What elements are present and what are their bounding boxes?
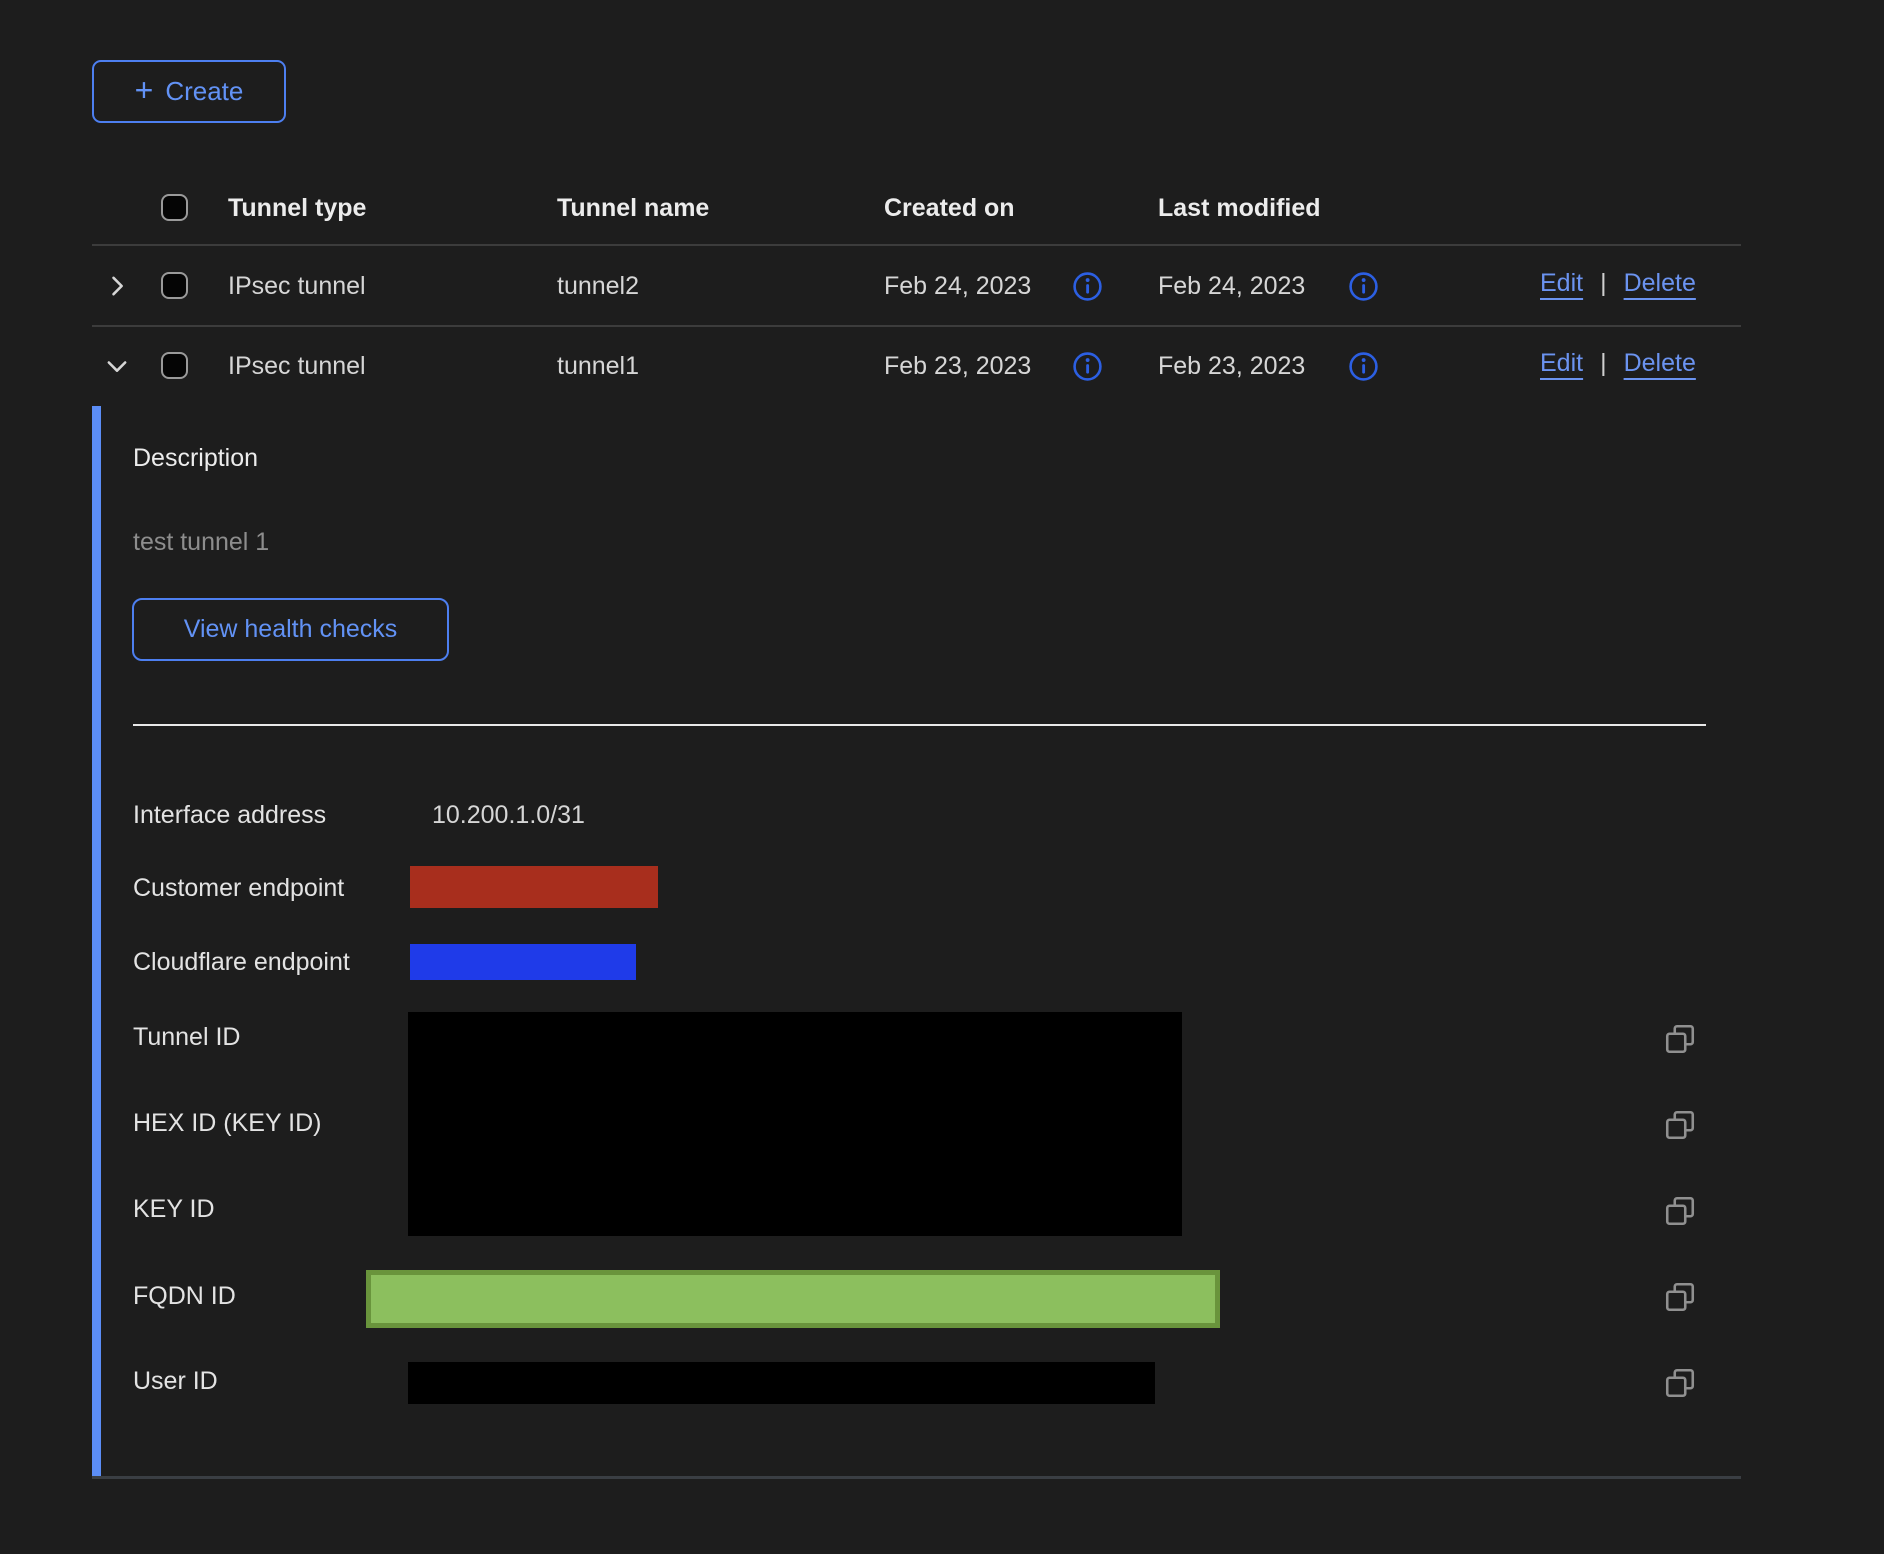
delete-link[interactable]: Delete — [1624, 349, 1696, 378]
created-on-cell: Feb 23, 2023 — [884, 352, 1031, 381]
column-header-tunnel-name: Tunnel name — [557, 194, 709, 223]
action-separator: | — [1600, 269, 1607, 298]
chevron-right-icon[interactable] — [103, 272, 131, 300]
copy-icon — [1662, 1365, 1700, 1401]
table-bottom-divider — [92, 1476, 1741, 1479]
key-id-label: KEY ID — [133, 1195, 215, 1224]
copy-icon — [1662, 1107, 1700, 1143]
description-value: test tunnel 1 — [133, 528, 269, 557]
edit-link[interactable]: Edit — [1540, 349, 1583, 378]
header-divider — [92, 244, 1741, 246]
info-icon[interactable] — [1072, 271, 1103, 302]
tunnel-type-cell: IPsec tunnel — [228, 272, 366, 301]
cloudflare-endpoint-redaction — [410, 944, 636, 980]
delete-link[interactable]: Delete — [1624, 269, 1696, 298]
create-button-label: Create — [165, 76, 243, 107]
column-header-created-on: Created on — [884, 194, 1015, 223]
copy-icon — [1662, 1193, 1700, 1229]
copy-tunnel-id-button[interactable] — [1662, 1020, 1700, 1058]
create-button[interactable]: + Create — [92, 60, 286, 123]
row-divider — [92, 325, 1741, 327]
info-icon[interactable] — [1348, 351, 1379, 382]
plus-icon: + — [135, 74, 154, 106]
row-checkbox-tunnel2[interactable] — [161, 272, 188, 299]
last-modified-cell: Feb 23, 2023 — [1158, 352, 1305, 381]
row-actions: Edit | Delete — [1540, 349, 1696, 378]
column-header-tunnel-type: Tunnel type — [228, 194, 366, 223]
ids-redaction — [408, 1012, 1182, 1236]
copy-user-id-button[interactable] — [1662, 1364, 1700, 1402]
user-id-redaction — [408, 1362, 1155, 1404]
ipsec-tunnels-page: + Create Tunnel type Tunnel name Created… — [0, 0, 1884, 1554]
view-health-checks-button[interactable]: View health checks — [132, 598, 449, 661]
tunnel-type-cell: IPsec tunnel — [228, 352, 366, 381]
tunnel-id-label: Tunnel ID — [133, 1023, 240, 1052]
select-all-checkbox[interactable] — [161, 194, 188, 221]
copy-fqdn-id-button[interactable] — [1662, 1278, 1700, 1316]
tunnel-name-cell: tunnel2 — [557, 272, 639, 301]
cloudflare-endpoint-label: Cloudflare endpoint — [133, 948, 350, 977]
interface-address-value: 10.200.1.0/31 — [432, 801, 585, 830]
column-header-last-modified: Last modified — [1158, 194, 1321, 223]
hex-id-label: HEX ID (KEY ID) — [133, 1109, 321, 1138]
expanded-row-indicator-bar — [92, 406, 101, 1476]
info-icon[interactable] — [1348, 271, 1379, 302]
row-checkbox-tunnel1[interactable] — [161, 352, 188, 379]
chevron-down-icon[interactable] — [103, 352, 131, 380]
copy-hex-id-button[interactable] — [1662, 1106, 1700, 1144]
last-modified-cell: Feb 24, 2023 — [1158, 272, 1305, 301]
fqdn-id-label: FQDN ID — [133, 1282, 236, 1311]
copy-key-id-button[interactable] — [1662, 1192, 1700, 1230]
description-label: Description — [133, 444, 258, 473]
panel-divider — [133, 724, 1706, 726]
action-separator: | — [1600, 349, 1607, 378]
created-on-cell: Feb 24, 2023 — [884, 272, 1031, 301]
user-id-label: User ID — [133, 1367, 218, 1396]
copy-icon — [1662, 1279, 1700, 1315]
edit-link[interactable]: Edit — [1540, 269, 1583, 298]
fqdn-id-redaction — [366, 1270, 1220, 1328]
interface-address-label: Interface address — [133, 801, 326, 830]
row-actions: Edit | Delete — [1540, 269, 1696, 298]
copy-icon — [1662, 1021, 1700, 1057]
customer-endpoint-redaction — [410, 866, 658, 908]
info-icon[interactable] — [1072, 351, 1103, 382]
customer-endpoint-label: Customer endpoint — [133, 874, 344, 903]
tunnel-name-cell: tunnel1 — [557, 352, 639, 381]
